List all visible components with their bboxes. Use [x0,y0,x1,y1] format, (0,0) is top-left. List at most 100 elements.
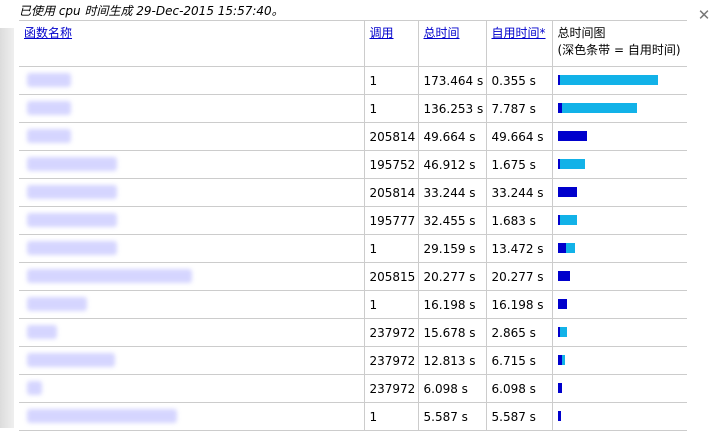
total-time-cell: 12.813 s [417,346,487,375]
time-bar [557,187,577,197]
time-bar-cell [551,262,688,291]
time-bar [557,383,562,393]
sort-by-total-time-link[interactable]: 总时间 [424,26,460,40]
time-bar-cell [551,346,688,375]
time-bar-cell [551,178,688,207]
self-time-cell: 0.355 s [485,66,553,95]
total-time-bar [557,215,577,225]
sort-by-name-link[interactable]: 函数名称 [24,26,72,40]
calls-cell: 1 [363,94,419,123]
table-row[interactable]: 1 136.253 s 7.787 s [19,94,688,123]
total-time-bar [557,103,637,113]
time-bar-cell [551,374,688,403]
self-time-bar [557,159,560,169]
self-time-bar [557,383,562,393]
total-time-cell: 46.912 s [417,150,487,179]
self-time-bar [557,327,560,337]
time-bar [557,327,567,337]
self-time-cell: 13.472 s [485,234,553,263]
total-time-cell: 5.587 s [417,402,487,431]
total-time-cell: 29.159 s [417,234,487,263]
total-time-cell: 15.678 s [417,318,487,347]
function-name-cell[interactable] [19,122,365,151]
redacted-function-name[interactable] [27,73,71,87]
redacted-function-name[interactable] [27,297,87,311]
total-time-bar [557,159,585,169]
table-row[interactable]: 237972 6.098 s 6.098 s [19,374,688,403]
redacted-function-name[interactable] [27,269,192,283]
time-bar-cell [551,66,688,95]
total-time-cell: 33.244 s [417,178,487,207]
column-header-total-time[interactable]: 总时间 [417,20,487,67]
window-margin [687,20,723,433]
redacted-function-name[interactable] [27,353,115,367]
time-bar [557,299,567,309]
redacted-function-name[interactable] [27,241,117,255]
self-time-cell: 6.098 s [485,374,553,403]
table-row[interactable]: 195777 32.455 s 1.683 s [19,206,688,235]
function-name-cell[interactable] [19,318,365,347]
self-time-bar [557,103,562,113]
time-bar-cell [551,206,688,235]
function-name-cell[interactable] [19,150,365,179]
self-time-cell: 7.787 s [485,94,553,123]
function-name-cell[interactable] [19,262,365,291]
table-row[interactable]: 1 173.464 s 0.355 s [19,66,688,95]
function-name-cell[interactable] [19,206,365,235]
self-time-cell: 49.664 s [485,122,553,151]
calls-cell: 205815 [363,262,419,291]
calls-cell: 1 [363,290,419,319]
table-row[interactable]: 1 29.159 s 13.472 s [19,234,688,263]
redacted-function-name[interactable] [27,381,42,395]
function-name-cell[interactable] [19,94,365,123]
left-scrollbar[interactable] [0,28,14,428]
self-time-cell: 2.865 s [485,318,553,347]
self-time-bar [557,271,570,281]
time-bar-cell [551,122,688,151]
redacted-function-name[interactable] [27,101,71,115]
column-header-self-time[interactable]: 自用时间* [485,20,553,67]
table-row[interactable]: 205815 20.277 s 20.277 s [19,262,688,291]
total-time-cell: 20.277 s [417,262,487,291]
total-time-cell: 173.464 s [417,66,487,95]
table-row[interactable]: 237972 15.678 s 2.865 s [19,318,688,347]
column-header-name[interactable]: 函数名称 [19,20,365,67]
sort-by-self-time-link[interactable]: 自用时间* [492,26,546,40]
function-name-cell[interactable] [19,402,365,431]
redacted-function-name[interactable] [27,325,57,339]
profiler-window: 已使用 cpu 时间生成 29-Dec-2015 15:57:40。 ✕ 函数名… [0,0,723,433]
function-name-cell[interactable] [19,66,365,95]
self-time-cell: 16.198 s [485,290,553,319]
redacted-function-name[interactable] [27,409,177,423]
redacted-function-name[interactable] [27,185,117,199]
time-bar [557,215,577,225]
total-time-bar [557,75,658,85]
sort-by-calls-link[interactable]: 调用 [370,26,394,40]
function-name-cell[interactable] [19,346,365,375]
table-row[interactable]: 1 16.198 s 16.198 s [19,290,688,319]
table-row[interactable]: 195752 46.912 s 1.675 s [19,150,688,179]
self-time-bar [557,243,566,253]
function-name-cell[interactable] [19,374,365,403]
table-row[interactable]: 205814 33.244 s 33.244 s [19,178,688,207]
function-name-cell[interactable] [19,290,365,319]
redacted-function-name[interactable] [27,129,71,143]
self-time-bar [557,299,567,309]
redacted-function-name[interactable] [27,213,117,227]
table-row[interactable]: 237972 12.813 s 6.715 s [19,346,688,375]
table-row[interactable]: 205814 49.664 s 49.664 s [19,122,688,151]
column-header-chart: 总时间图 (深色条带 = 自用时间) [551,20,688,67]
function-name-cell[interactable] [19,178,365,207]
calls-cell: 237972 [363,346,419,375]
time-bar-cell [551,150,688,179]
chart-header-legend: (深色条带 = 自用时间) [557,43,681,57]
calls-cell: 195752 [363,150,419,179]
total-time-cell: 136.253 s [417,94,487,123]
total-time-cell: 6.098 s [417,374,487,403]
table-row[interactable]: 1 5.587 s 5.587 s [19,402,688,431]
self-time-cell: 33.244 s [485,178,553,207]
chart-header-title: 总时间图 [557,26,606,40]
column-header-calls[interactable]: 调用 [363,20,419,67]
redacted-function-name[interactable] [27,157,117,171]
function-name-cell[interactable] [19,234,365,263]
